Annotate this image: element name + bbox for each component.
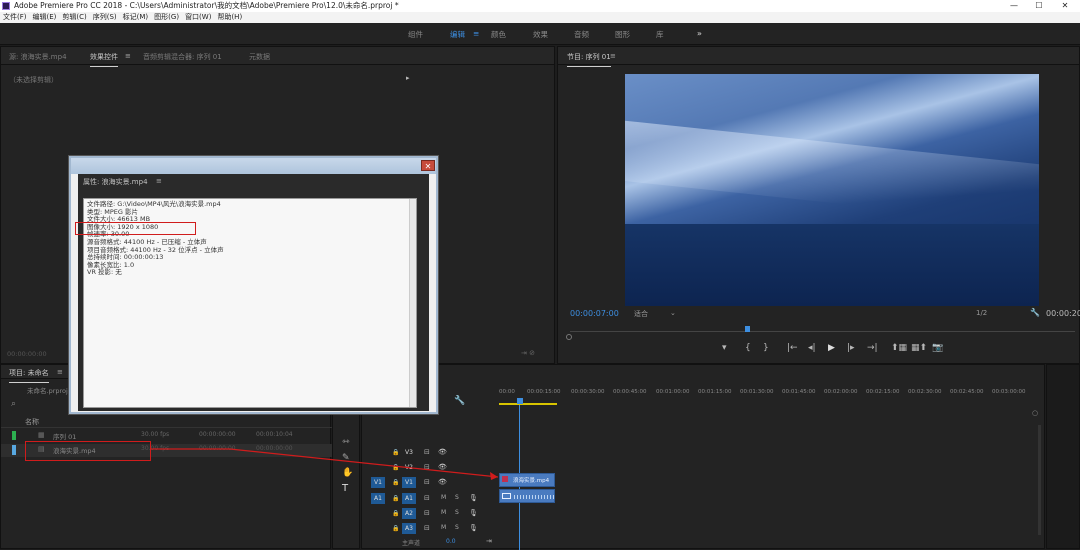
annotation-arrow	[150, 448, 499, 480]
